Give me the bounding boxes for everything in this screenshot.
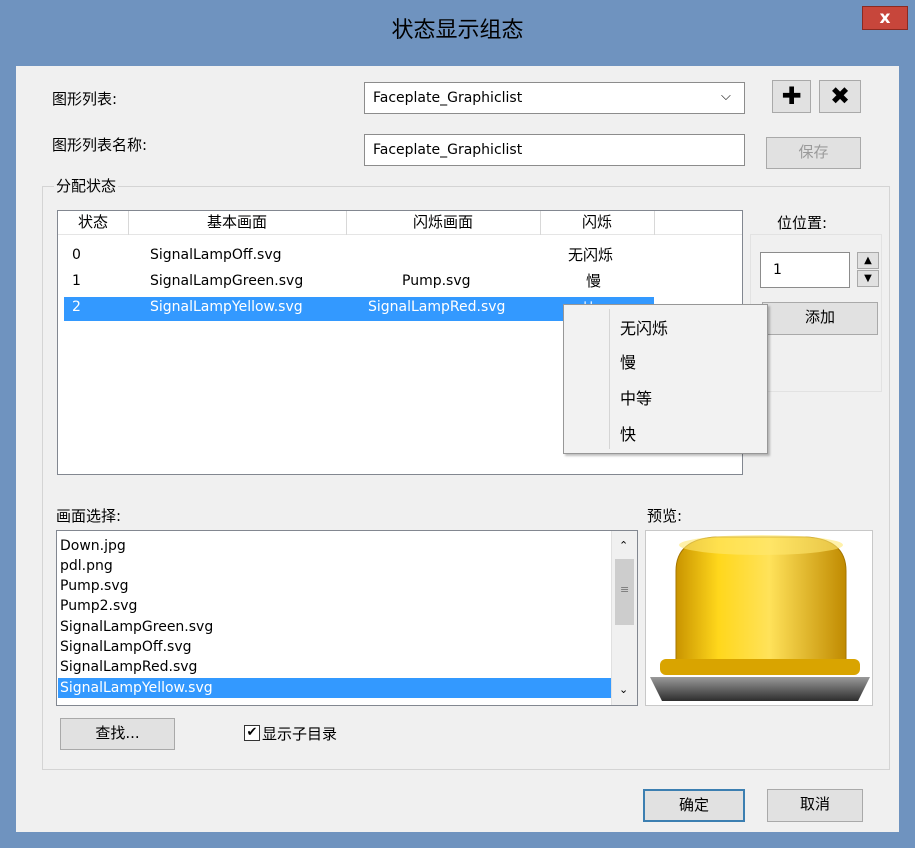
- save-button[interactable]: 保存: [766, 137, 861, 169]
- graphic-list-label: 图形列表:: [52, 90, 118, 108]
- cell-base-image: SignalLampOff.svg: [150, 247, 282, 263]
- list-item-selected[interactable]: SignalLampYellow.svg: [58, 678, 612, 698]
- list-item[interactable]: Down.jpg: [60, 536, 126, 556]
- add-state-button[interactable]: 添加: [762, 302, 878, 335]
- list-item[interactable]: Pump.svg: [60, 576, 129, 596]
- table-header: 状态 基本画面 闪烁画面 闪烁: [58, 211, 742, 235]
- list-item[interactable]: pdl.png: [60, 556, 113, 576]
- grip-icon: ≡: [620, 583, 630, 596]
- flash-rate-menu: 无闪烁 慢 中等 快: [563, 304, 768, 454]
- assign-states-label: 分配状态: [54, 175, 119, 196]
- graphic-list-name-input[interactable]: Faceplate_Graphiclist: [364, 134, 745, 166]
- bit-position-input[interactable]: 1: [760, 252, 850, 288]
- table-row[interactable]: 0 SignalLampOff.svg 无闪烁: [58, 246, 742, 268]
- spin-down-button[interactable]: ▼: [857, 270, 879, 287]
- list-item[interactable]: SignalLampGreen.svg: [60, 617, 213, 637]
- show-subdirectory-label: 显示子目录: [262, 725, 338, 743]
- table-row[interactable]: 1 SignalLampGreen.svg Pump.svg 慢: [58, 272, 742, 294]
- cell-base-image: SignalLampGreen.svg: [150, 273, 304, 289]
- list-item[interactable]: Pump2.svg: [60, 596, 137, 616]
- search-button[interactable]: 查找...: [60, 718, 175, 750]
- cell-state: 2: [72, 299, 81, 315]
- image-select-list[interactable]: Down.jpg pdl.png Pump.svg Pump2.svg Sign…: [56, 530, 638, 706]
- bit-position-label: 位位置:: [777, 214, 828, 232]
- cell-base-image: SignalLampYellow.svg: [150, 299, 303, 315]
- cell-flash-image: SignalLampRed.svg: [368, 299, 506, 315]
- cell-state: 0: [72, 247, 81, 263]
- cell-flash-image: Pump.svg: [402, 273, 471, 289]
- graphic-list-name-value: Faceplate_Graphiclist: [373, 142, 523, 158]
- preview-label: 预览:: [647, 507, 683, 525]
- scroll-up-icon[interactable]: ⌃: [619, 539, 628, 552]
- window-title: 状态显示组态: [391, 18, 524, 43]
- menu-item-no-flash[interactable]: 无闪烁: [620, 315, 668, 339]
- add-list-button[interactable]: ✚: [772, 80, 811, 113]
- ok-button[interactable]: 确定: [643, 789, 745, 822]
- column-header-flash[interactable]: 闪烁: [540, 211, 655, 235]
- image-select-label: 画面选择:: [56, 507, 122, 525]
- cell-flash: 慢: [586, 272, 602, 290]
- chevron-down-icon: ⌵: [721, 89, 731, 104]
- graphic-list-name-label: 图形列表名称:: [52, 136, 148, 154]
- preview-pane: [645, 530, 873, 706]
- graphic-list-selected: Faceplate_Graphiclist: [373, 90, 523, 106]
- graphic-list-dropdown[interactable]: Faceplate_Graphiclist ⌵: [364, 82, 745, 114]
- menu-item-slow[interactable]: 慢: [620, 349, 636, 373]
- scroll-down-icon[interactable]: ⌄: [619, 683, 628, 696]
- show-subdirectory-checkbox[interactable]: ✔: [244, 725, 260, 741]
- dialog-window: 状态显示组态 x 图形列表: Faceplate_Graphiclist ⌵ ✚…: [0, 0, 915, 848]
- list-item[interactable]: SignalLampOff.svg: [60, 637, 192, 657]
- list-scrollbar[interactable]: ⌃ ≡ ⌄: [611, 531, 637, 705]
- list-item[interactable]: SignalLampRed.svg: [60, 657, 197, 677]
- column-header-flash-image[interactable]: 闪烁画面: [346, 211, 541, 235]
- signal-lamp-preview-icon: [650, 535, 870, 701]
- column-header-base-image[interactable]: 基本画面: [128, 211, 347, 235]
- menu-item-fast[interactable]: 快: [620, 421, 636, 445]
- menu-item-medium[interactable]: 中等: [620, 385, 652, 409]
- spin-up-button[interactable]: ▲: [857, 252, 879, 269]
- cancel-button[interactable]: 取消: [767, 789, 863, 822]
- bit-position-value: 1: [773, 262, 782, 278]
- close-button[interactable]: x: [862, 6, 908, 30]
- cell-flash: 无闪烁: [568, 246, 614, 264]
- cell-state: 1: [72, 273, 81, 289]
- delete-list-button[interactable]: ✖: [819, 80, 861, 113]
- menu-separator: [609, 309, 610, 449]
- column-header-state[interactable]: 状态: [58, 211, 129, 235]
